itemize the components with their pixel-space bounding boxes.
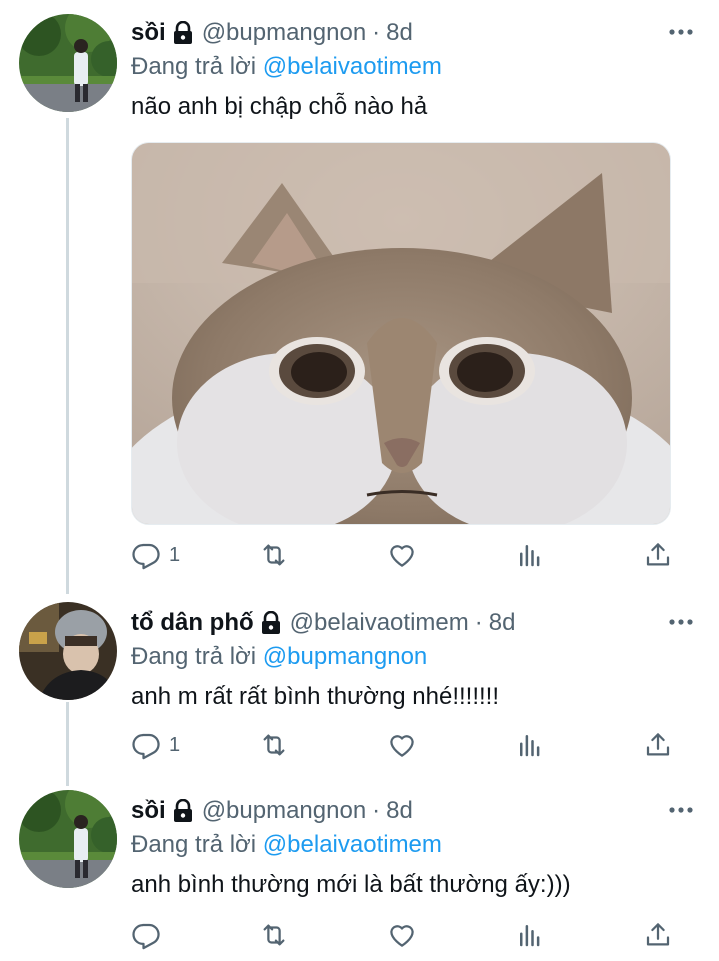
lock-icon bbox=[173, 21, 192, 44]
user-handle[interactable]: @belaivaotimem bbox=[290, 609, 469, 637]
replying-to: Đang trả lời @belaivaotimem bbox=[131, 828, 699, 862]
like-icon bbox=[390, 925, 414, 947]
reply-prefix: Đang trả lời bbox=[131, 53, 257, 80]
reply-icon bbox=[132, 733, 160, 760]
tweet-text: anh m rất rất bình thường nhé!!!!!!! bbox=[131, 683, 500, 710]
replying-to: Đang trả lời @bupmangnon bbox=[131, 640, 699, 674]
tweet[interactable]: tổ dân phố @belaivaotimem · 8d Đang trả … bbox=[0, 590, 719, 780]
user-handle[interactable]: @bupmangnon bbox=[202, 19, 366, 47]
lock-icon bbox=[173, 799, 192, 822]
retweet-button[interactable] bbox=[259, 538, 289, 572]
reply-count: 1 bbox=[169, 543, 181, 566]
separator-dot: · bbox=[372, 797, 381, 824]
separator-dot: · bbox=[372, 19, 381, 46]
like-button[interactable] bbox=[387, 538, 417, 572]
more-icon[interactable] bbox=[667, 22, 695, 42]
analytics-icon bbox=[520, 735, 540, 757]
reply-mention-link[interactable]: @belaivaotimem bbox=[263, 831, 442, 858]
retweet-icon bbox=[263, 544, 285, 566]
retweet-icon bbox=[263, 734, 285, 756]
display-name[interactable]: tổ dân phố bbox=[131, 609, 254, 637]
reply-mention-link[interactable]: @belaivaotimem bbox=[263, 53, 442, 80]
tweet-actions: 1 bbox=[131, 728, 676, 762]
tweet-header: sồi @bupmangnon · 8d bbox=[131, 794, 699, 828]
cat-photo bbox=[132, 143, 670, 524]
reply-icon bbox=[132, 923, 160, 950]
separator-dot: · bbox=[474, 609, 483, 636]
avatar[interactable] bbox=[19, 14, 117, 112]
retweet-icon bbox=[263, 924, 285, 946]
lock-icon bbox=[261, 611, 280, 634]
analytics-icon bbox=[520, 545, 540, 567]
tweet-text: não anh bị chập chỗ nào hả bbox=[131, 93, 428, 120]
share-icon bbox=[646, 923, 670, 946]
tweet[interactable]: sồi @bupmangnon · 8d Đang trả lời @belai… bbox=[0, 0, 719, 590]
retweet-button[interactable] bbox=[259, 728, 289, 762]
timestamp[interactable]: 8d bbox=[489, 609, 516, 637]
tweet-header: sồi @bupmangnon · 8d bbox=[131, 16, 699, 50]
share-icon bbox=[646, 733, 670, 756]
reply-icon bbox=[132, 543, 160, 570]
reply-prefix: Đang trả lời bbox=[131, 643, 257, 670]
share-button[interactable] bbox=[643, 918, 673, 952]
tweet-header: tổ dân phố @belaivaotimem · 8d bbox=[131, 606, 699, 640]
replying-to: Đang trả lời @belaivaotimem bbox=[131, 50, 699, 84]
reply-button[interactable]: 1 bbox=[131, 538, 180, 572]
analytics-button[interactable] bbox=[515, 728, 545, 762]
like-button[interactable] bbox=[387, 918, 417, 952]
share-icon bbox=[646, 543, 670, 566]
share-button[interactable] bbox=[643, 538, 673, 572]
display-name[interactable]: sồi bbox=[131, 19, 166, 47]
like-icon bbox=[390, 735, 414, 757]
tweet-actions bbox=[131, 918, 676, 952]
share-button[interactable] bbox=[643, 728, 673, 762]
reply-mention-link[interactable]: @bupmangnon bbox=[263, 643, 427, 670]
avatar[interactable] bbox=[19, 790, 117, 888]
analytics-icon bbox=[520, 925, 540, 947]
display-name[interactable]: sồi bbox=[131, 797, 166, 825]
timestamp[interactable]: 8d bbox=[386, 19, 413, 47]
tweet-actions: 1 bbox=[131, 538, 676, 572]
reply-button[interactable] bbox=[131, 918, 169, 952]
analytics-button[interactable] bbox=[515, 918, 545, 952]
tweet-media-image[interactable] bbox=[131, 142, 671, 525]
timestamp[interactable]: 8d bbox=[386, 797, 413, 825]
reply-prefix: Đang trả lời bbox=[131, 831, 257, 858]
tweet[interactable]: sồi @bupmangnon · 8d Đang trả lời @belai… bbox=[0, 780, 719, 961]
like-icon bbox=[390, 545, 414, 567]
tweet-text: anh bình thường mới là bất thường ấy:))) bbox=[131, 871, 571, 898]
retweet-button[interactable] bbox=[259, 918, 289, 952]
avatar[interactable] bbox=[19, 602, 117, 700]
user-handle[interactable]: @bupmangnon bbox=[202, 797, 366, 825]
analytics-button[interactable] bbox=[515, 538, 545, 572]
like-button[interactable] bbox=[387, 728, 417, 762]
reply-button[interactable]: 1 bbox=[131, 728, 180, 762]
reply-count: 1 bbox=[169, 733, 181, 756]
more-icon[interactable] bbox=[667, 612, 695, 632]
more-icon[interactable] bbox=[667, 800, 695, 820]
